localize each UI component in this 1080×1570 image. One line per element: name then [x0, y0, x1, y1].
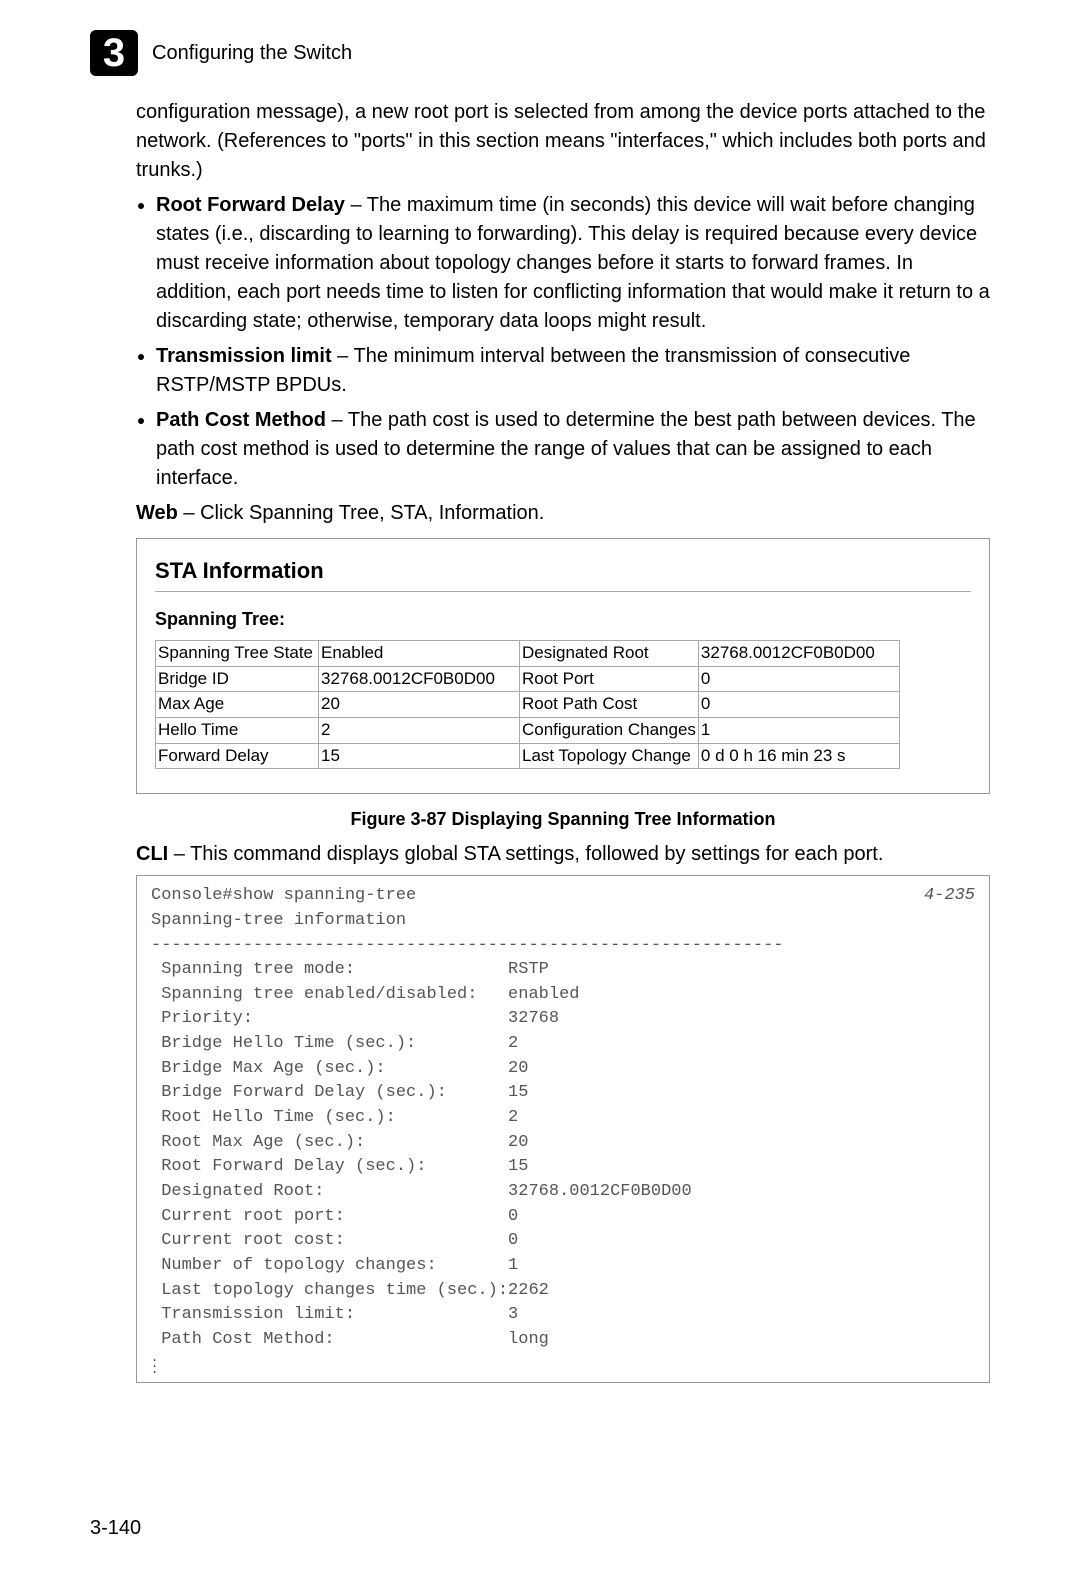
list-item: Transmission limit – The minimum interva… [156, 342, 990, 400]
divider [155, 591, 971, 592]
body-content: configuration message), a new root port … [136, 98, 990, 1383]
cell-label: Spanning Tree State [156, 640, 319, 666]
cell-label: Root Path Cost [520, 692, 699, 718]
cli-reference: 4-235 [924, 884, 975, 909]
page-number: 3-140 [90, 1517, 141, 1540]
web-lead-bold: Web [136, 502, 178, 524]
table-row: Max Age 20 Root Path Cost 0 [156, 692, 900, 718]
cell-value: 0 d 0 h 16 min 23 s [698, 743, 899, 769]
cell-value: 0 [698, 666, 899, 692]
lead-fragment: configuration message), a new root port … [136, 98, 990, 185]
cli-lead-bold: CLI [136, 843, 168, 865]
web-lead: Web – Click Spanning Tree, STA, Informat… [136, 499, 990, 528]
web-box-title: STA Information [155, 555, 971, 587]
web-ui-figure: STA Information Spanning Tree: Spanning … [136, 538, 990, 794]
table-row: Hello Time 2 Configuration Changes 1 [156, 717, 900, 743]
sta-table: Spanning Tree State Enabled Designated R… [155, 640, 900, 769]
chapter-number-badge: 3 [90, 30, 138, 76]
cell-value: 15 [319, 743, 520, 769]
cell-label: Configuration Changes [520, 717, 699, 743]
cell-value: 2 [319, 717, 520, 743]
web-lead-rest: – Click Spanning Tree, STA, Information. [178, 502, 544, 524]
document-page: 3 Configuring the Switch configuration m… [0, 0, 1080, 1570]
list-item: Path Cost Method – The path cost is used… [156, 406, 990, 493]
list-item: Root Forward Delay – The maximum time (i… [156, 191, 990, 336]
cli-output-box: Console#show spanning-tree 4-235 Spannin… [136, 875, 990, 1383]
cell-label: Root Port [520, 666, 699, 692]
page-header: 3 Configuring the Switch [90, 30, 990, 76]
cell-value: 0 [698, 692, 899, 718]
term: Transmission limit [156, 345, 332, 367]
table-row: Spanning Tree State Enabled Designated R… [156, 640, 900, 666]
table-row: Forward Delay 15 Last Topology Change 0 … [156, 743, 900, 769]
term: Path Cost Method [156, 409, 326, 431]
cell-value: 32768.0012CF0B0D00 [319, 666, 520, 692]
cell-label: Designated Root [520, 640, 699, 666]
chapter-title: Configuring the Switch [152, 42, 352, 65]
bullet-list: Root Forward Delay – The maximum time (i… [136, 191, 990, 493]
cli-first-line: Console#show spanning-tree 4-235 [151, 884, 975, 909]
cell-label: Bridge ID [156, 666, 319, 692]
cli-lead-rest: – This command displays global STA setti… [168, 843, 883, 865]
cell-value: 20 [319, 692, 520, 718]
cli-output: Spanning-tree information --------------… [151, 909, 975, 1353]
cell-value: 1 [698, 717, 899, 743]
cell-label: Max Age [156, 692, 319, 718]
ellipsis-icon: ... [151, 1356, 975, 1374]
figure-caption: Figure 3-87 Displaying Spanning Tree Inf… [136, 806, 990, 832]
table-row: Bridge ID 32768.0012CF0B0D00 Root Port 0 [156, 666, 900, 692]
cli-command: Console#show spanning-tree [151, 884, 416, 909]
cell-label: Last Topology Change [520, 743, 699, 769]
cell-value: Enabled [319, 640, 520, 666]
cell-label: Hello Time [156, 717, 319, 743]
cell-label: Forward Delay [156, 743, 319, 769]
cli-lead: CLI – This command displays global STA s… [136, 840, 990, 869]
term: Root Forward Delay [156, 194, 345, 216]
cell-value: 32768.0012CF0B0D00 [698, 640, 899, 666]
web-box-subtitle: Spanning Tree: [155, 606, 971, 632]
